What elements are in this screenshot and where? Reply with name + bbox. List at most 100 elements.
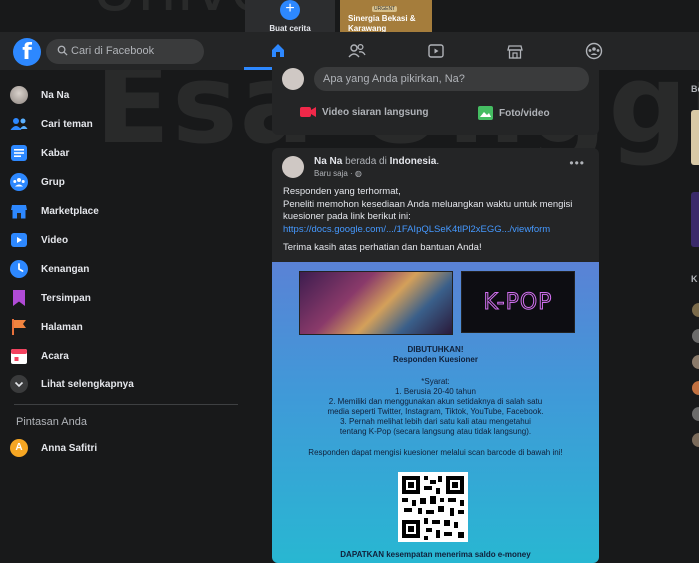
video-icon bbox=[10, 231, 28, 249]
groups-icon bbox=[585, 42, 603, 60]
shortcut-label: Anna Safitri bbox=[41, 442, 98, 454]
marketplace-icon bbox=[507, 45, 523, 59]
events-icon bbox=[10, 347, 28, 365]
memories-icon bbox=[10, 260, 28, 278]
sidebar-item-groups[interactable]: Grup bbox=[10, 171, 65, 193]
post-text-line: Terima kasih atas perhatian dan bantuan … bbox=[283, 242, 482, 253]
flyer-req2b: media seperti Twitter, Instagram, Tiktok… bbox=[327, 407, 544, 416]
right-heading-b: Be bbox=[691, 84, 699, 94]
create-story-card[interactable]: + Buat cerita bbox=[245, 0, 335, 33]
marketplace-icon bbox=[10, 202, 28, 220]
photo-video-button[interactable]: Foto/video bbox=[478, 106, 550, 120]
post-connector: berada di bbox=[345, 156, 387, 167]
contact-avatar[interactable] bbox=[692, 329, 699, 343]
kpop-logo: K-POP bbox=[461, 271, 575, 333]
contact-avatar[interactable] bbox=[692, 407, 699, 421]
contact-avatar[interactable] bbox=[692, 355, 699, 369]
sidebar-item-label: Grup bbox=[41, 176, 65, 188]
sidebar-item-saved[interactable]: Tersimpan bbox=[10, 287, 91, 309]
plus-icon[interactable]: + bbox=[280, 0, 300, 20]
shortcuts-title: Pintasan Anda bbox=[16, 416, 87, 428]
story-card[interactable]: URGENT Sinergia Bekasi & Karawang bbox=[340, 0, 432, 32]
story-label: Sinergia Bekasi & Karawang bbox=[348, 14, 416, 32]
post-text-line: Peneliti memohon kesediaan Anda meluangk… bbox=[283, 198, 573, 223]
right-sidebar: Be K bbox=[688, 70, 699, 563]
pages-icon bbox=[10, 318, 28, 336]
sidebar-item-label: Marketplace bbox=[41, 205, 99, 217]
sponsored-thumb[interactable] bbox=[691, 110, 699, 165]
post-image-flyer[interactable]: K-POP DIBUTUHKAN! Responden Kuesioner *S… bbox=[272, 262, 599, 563]
flyer-bottom: DAPATKAN kesempatan menerima saldo e-mon… bbox=[340, 550, 531, 559]
news-icon bbox=[10, 144, 28, 162]
globe-icon: ◍ bbox=[354, 169, 362, 178]
flyer-respondents: Responden Kuesioner bbox=[393, 355, 478, 364]
story-badge: URGENT bbox=[372, 6, 398, 12]
flyer-scan: Responden dapat mengisi kuesioner melalu… bbox=[308, 448, 563, 457]
shortcut-avatar: A bbox=[10, 439, 28, 457]
composer-placeholder: Apa yang Anda pikirkan, Na? bbox=[323, 73, 465, 85]
post-body: Responden yang terhormat, Peneliti memoh… bbox=[283, 186, 593, 255]
live-video-button[interactable]: Video siaran langsung bbox=[300, 106, 429, 118]
post-time[interactable]: Baru saja · ◍ bbox=[314, 169, 362, 178]
post-header: Na Na berada di Indonesia. bbox=[314, 156, 440, 167]
avatar[interactable] bbox=[282, 68, 304, 90]
groups-icon bbox=[10, 173, 28, 191]
watch-icon bbox=[428, 44, 444, 58]
live-video-icon bbox=[300, 107, 316, 117]
more-options-icon[interactable]: ••• bbox=[569, 156, 585, 170]
contact-avatar[interactable] bbox=[692, 381, 699, 395]
live-video-label: Video siaran langsung bbox=[322, 106, 429, 118]
composer-input[interactable]: Apa yang Anda pikirkan, Na? bbox=[314, 67, 589, 91]
search-input[interactable]: Cari di Facebook bbox=[46, 39, 204, 64]
shortcut-item-anna-safitri[interactable]: A Anna Safitri bbox=[10, 437, 97, 459]
contact-avatar[interactable] bbox=[692, 303, 699, 317]
friends-icon bbox=[10, 115, 28, 133]
sidebar-item-news[interactable]: Kabar bbox=[10, 142, 69, 164]
sidebar-item-label: Tersimpan bbox=[41, 292, 91, 304]
sidebar-item-label: Cari teman bbox=[41, 118, 93, 130]
post-composer: Apa yang Anda pikirkan, Na? Video siaran… bbox=[272, 60, 599, 135]
flyer-req3b: tentang K-Pop (secara langsung atau tida… bbox=[339, 427, 532, 436]
post-author[interactable]: Na Na bbox=[314, 156, 342, 167]
post-link[interactable]: https://docs.google.com/.../1FAIpQLSeK4t… bbox=[283, 224, 593, 237]
saved-icon bbox=[10, 289, 28, 307]
photo-video-label: Foto/video bbox=[499, 107, 550, 119]
flyer-needed: DIBUTUHKAN! bbox=[407, 345, 464, 354]
sidebar-divider bbox=[14, 404, 238, 405]
sidebar-item-profile[interactable]: Na Na bbox=[10, 84, 69, 106]
right-heading-k: K bbox=[691, 274, 698, 284]
sidebar-item-label: Halaman bbox=[41, 321, 83, 333]
flyer-req3a: 3. Pernah melihat lebih dari satu kali a… bbox=[340, 417, 531, 426]
chevron-down-icon bbox=[10, 375, 28, 393]
search-placeholder: Cari di Facebook bbox=[71, 45, 155, 57]
post-location[interactable]: Indonesia bbox=[390, 156, 437, 167]
sponsored-thumb[interactable] bbox=[691, 192, 699, 247]
sidebar-item-label: Video bbox=[41, 234, 69, 246]
sidebar-item-events[interactable]: Acara bbox=[10, 345, 69, 367]
qr-code-icon bbox=[398, 472, 468, 542]
sidebar-item-label: Acara bbox=[41, 350, 69, 362]
sidebar-item-video[interactable]: Video bbox=[10, 229, 68, 251]
sidebar-item-label: Na Na bbox=[41, 89, 70, 101]
photo-icon bbox=[478, 106, 493, 120]
concert-photo bbox=[299, 271, 453, 335]
avatar[interactable] bbox=[282, 156, 304, 178]
avatar bbox=[10, 86, 28, 104]
post-text-line: Responden yang terhormat, bbox=[283, 186, 401, 197]
friends-icon bbox=[348, 43, 366, 58]
search-icon bbox=[57, 45, 68, 56]
home-icon bbox=[272, 43, 284, 57]
flyer-req2a: 2. Memiliki dan menggunakan akun setidak… bbox=[328, 397, 543, 406]
sidebar-item-pages[interactable]: Halaman bbox=[10, 316, 83, 338]
sidebar-item-memories[interactable]: Kenangan bbox=[10, 258, 89, 280]
facebook-logo-icon[interactable]: f bbox=[13, 38, 41, 66]
feed-post: Na Na berada di Indonesia. Baru saja · ◍… bbox=[272, 148, 599, 563]
contact-avatar[interactable] bbox=[692, 433, 699, 447]
see-more-button[interactable]: Lihat selengkapnya bbox=[10, 373, 134, 395]
left-sidebar: Na Na Cari teman Kabar Grup Marketplace … bbox=[0, 70, 250, 563]
sidebar-item-friends[interactable]: Cari teman bbox=[10, 113, 93, 135]
see-more-label: Lihat selengkapnya bbox=[41, 378, 134, 390]
flyer-syarat: *Syarat: bbox=[421, 377, 450, 386]
flyer-req1: 1. Berusia 20-40 tahun bbox=[395, 387, 476, 396]
sidebar-item-marketplace[interactable]: Marketplace bbox=[10, 200, 99, 222]
